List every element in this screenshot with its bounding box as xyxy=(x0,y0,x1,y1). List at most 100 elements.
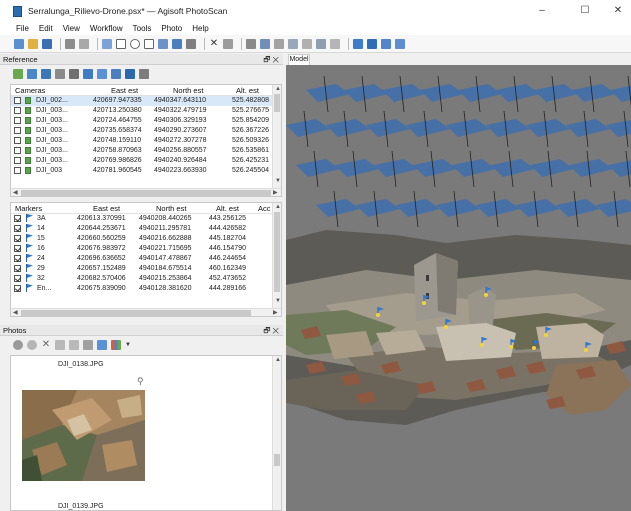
marker-row[interactable]: 14 420644.253671 4940211.295781 444.426582 xyxy=(11,224,281,234)
photos-panel-buttons[interactable]: 🗗 ✕ xyxy=(263,325,279,336)
menu-tools[interactable]: Tools xyxy=(133,24,152,33)
camera-row[interactable]: DJI_003... 420758.870963 4940256.880557 526… xyxy=(11,146,281,156)
maximize-button[interactable]: ☐ xyxy=(578,4,592,18)
marker-checkbox[interactable] xyxy=(14,275,21,282)
export-reference-icon[interactable] xyxy=(27,69,37,79)
model-viewport[interactable] xyxy=(286,65,631,511)
photos-vertical-scrollbar[interactable]: ▲ xyxy=(272,356,281,510)
marker-checkbox[interactable] xyxy=(14,255,21,262)
convert-reference-icon[interactable] xyxy=(55,69,65,79)
marker-checkbox[interactable] xyxy=(14,285,21,292)
show-trackball-icon[interactable] xyxy=(395,38,405,49)
menu-view[interactable]: View xyxy=(63,24,80,33)
marker-row[interactable]: En... 420675.839090 4940128.381620 444.2891… xyxy=(11,284,281,294)
camera-checkbox[interactable] xyxy=(14,137,21,144)
crop-selection-icon[interactable] xyxy=(223,38,233,49)
marker-row[interactable]: 15 420660.560259 4940216.662888 445.182704 xyxy=(11,234,281,244)
remove-camera-icon[interactable]: ✕ xyxy=(41,340,51,350)
marker-checkbox[interactable] xyxy=(14,215,21,222)
navigation-icon[interactable] xyxy=(102,38,112,49)
markers-vertical-scrollbar[interactable]: ▲ ▼ xyxy=(272,203,281,308)
cameras-vertical-scrollbar[interactable]: ▲ ▼ xyxy=(272,85,281,188)
camera-row[interactable]: DJI_002... 420697.947335 4940347.643110 525… xyxy=(11,96,281,106)
disable-camera-icon[interactable] xyxy=(27,340,37,350)
camera-checkbox[interactable] xyxy=(14,107,21,114)
marker-row[interactable]: 29 420657.152489 4940184.675514 460.162349 xyxy=(11,264,281,274)
marker-checkbox[interactable] xyxy=(14,235,21,242)
marker-row[interactable]: 3A 420613.370991 4940208.440265 443.256125 xyxy=(11,214,281,224)
camera-row[interactable]: DJI_003... 420769.986826 4940240.926484 526… xyxy=(11,156,281,166)
reset-filter-icon[interactable] xyxy=(83,340,93,350)
column-header[interactable]: Alt. est xyxy=(236,86,259,95)
wireframe-model-icon[interactable] xyxy=(302,38,312,49)
column-header[interactable]: Alt. est xyxy=(216,204,239,213)
show-cameras-icon[interactable] xyxy=(353,38,363,49)
tab-model[interactable]: Model xyxy=(288,54,310,65)
menu-photo[interactable]: Photo xyxy=(161,24,182,33)
camera-checkbox[interactable] xyxy=(14,157,21,164)
update-transform-icon[interactable] xyxy=(83,69,93,79)
view-estimated-icon[interactable] xyxy=(111,69,121,79)
point-cloud-icon[interactable] xyxy=(246,38,256,49)
rotate-right-icon[interactable] xyxy=(69,340,79,350)
reference-settings-icon[interactable] xyxy=(139,69,149,79)
model-scene[interactable] xyxy=(286,65,631,511)
menu-edit[interactable]: Edit xyxy=(39,24,53,33)
marker-checkbox[interactable] xyxy=(14,265,21,272)
circle-selection-icon[interactable] xyxy=(130,38,140,49)
chevron-down-icon[interactable]: ▼ xyxy=(125,342,131,348)
cameras-horizontal-scrollbar[interactable]: ◀ ▶ xyxy=(11,188,281,196)
markers-horizontal-scrollbar[interactable]: ◀ ▶ xyxy=(11,308,281,316)
open-project-icon[interactable] xyxy=(28,38,38,49)
optimize-cameras-icon[interactable] xyxy=(69,69,79,79)
enable-camera-icon[interactable] xyxy=(13,340,23,350)
column-header[interactable]: Cameras xyxy=(15,86,45,95)
resize-region-icon[interactable] xyxy=(186,38,196,49)
filter-by-selection-icon[interactable] xyxy=(97,340,107,350)
textured-model-icon[interactable] xyxy=(316,38,326,49)
camera-checkbox[interactable] xyxy=(14,127,21,134)
minimize-button[interactable]: – xyxy=(535,4,549,18)
camera-checkbox[interactable] xyxy=(14,167,21,174)
show-markers-icon[interactable] xyxy=(367,38,377,49)
camera-row[interactable]: DJI_003... 420724.464755 4940306.329193 525… xyxy=(11,116,281,126)
column-header[interactable]: North est xyxy=(156,204,186,213)
column-header[interactable]: North est xyxy=(173,86,203,95)
import-reference-icon[interactable] xyxy=(13,69,23,79)
rotate-object-icon[interactable] xyxy=(172,38,182,49)
move-object-icon[interactable] xyxy=(158,38,168,49)
camera-row[interactable]: DJI_003 420781.960545 4940223.663930 526.24… xyxy=(11,166,281,176)
save-project-icon[interactable] xyxy=(42,38,52,49)
column-header[interactable]: Acc xyxy=(258,204,271,213)
shaded-model-icon[interactable] xyxy=(274,38,284,49)
undo-icon[interactable] xyxy=(65,38,75,49)
reference-panel-buttons[interactable]: 🗗 ✕ xyxy=(263,54,279,65)
camera-checkbox[interactable] xyxy=(14,117,21,124)
marker-row[interactable]: 24 420696.636652 4940147.478867 446.244654 xyxy=(11,254,281,264)
column-header[interactable]: Markers xyxy=(15,204,42,213)
view-source-icon[interactable] xyxy=(97,69,107,79)
view-errors-icon[interactable] xyxy=(125,69,135,79)
marker-row[interactable]: 32 420682.570406 4940215.253864 452.473652 xyxy=(11,274,281,284)
marker-checkbox[interactable] xyxy=(14,225,21,232)
delete-selection-icon[interactable]: ✕ xyxy=(209,38,219,49)
marker-checkbox[interactable] xyxy=(14,245,21,252)
free-form-selection-icon[interactable] xyxy=(144,38,154,49)
rotate-left-icon[interactable] xyxy=(55,340,65,350)
redo-icon[interactable] xyxy=(79,38,89,49)
rectangle-selection-icon[interactable] xyxy=(116,38,126,49)
menu-file[interactable]: File xyxy=(16,24,29,33)
column-header[interactable]: East est xyxy=(111,86,138,95)
marker-row[interactable]: 16 420676.983972 4940221.715695 446.154790 xyxy=(11,244,281,254)
new-project-icon[interactable] xyxy=(14,38,24,49)
show-region-icon[interactable] xyxy=(381,38,391,49)
column-header[interactable]: East est xyxy=(93,204,120,213)
clear-reference-icon[interactable] xyxy=(41,69,51,79)
camera-row[interactable]: DJI_003... 420735.658374 4940290.273607 526… xyxy=(11,126,281,136)
menu-workflow[interactable]: Workflow xyxy=(90,24,123,33)
dense-cloud-icon[interactable] xyxy=(260,38,270,49)
menu-help[interactable]: Help xyxy=(192,24,208,33)
camera-checkbox[interactable] xyxy=(14,97,21,104)
view-mode-icon[interactable] xyxy=(111,340,121,350)
camera-row[interactable]: DJI_003... 420713.250380 4940322.479719 525… xyxy=(11,106,281,116)
